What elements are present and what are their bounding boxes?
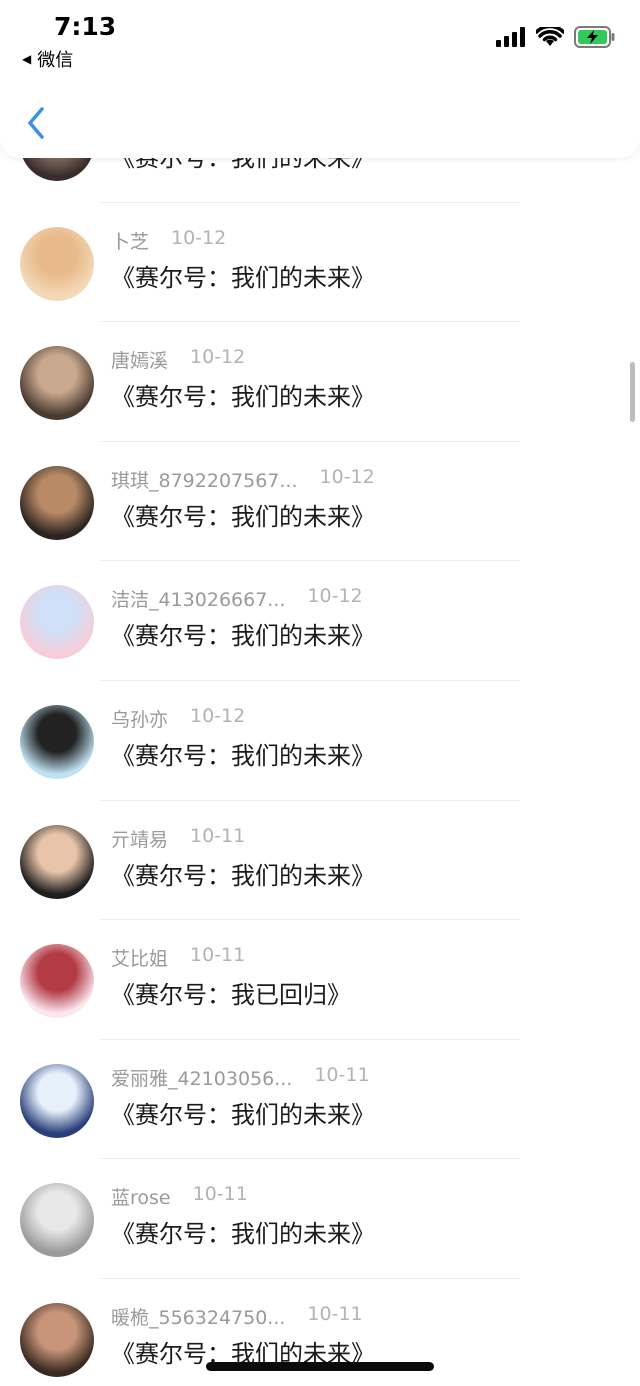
comment-text: 《赛尔号：我们的未来》 <box>111 383 375 412</box>
comment-item[interactable]: 卜芝 10-12 《赛尔号：我们的未来》 <box>0 203 640 323</box>
comment-item[interactable]: 艾比姐 10-11 《赛尔号：我已回归》 <box>0 920 640 1040</box>
back-triangle-icon: ◀ <box>22 52 32 66</box>
comment-text: 《赛尔号：我们的未来》 <box>111 502 375 531</box>
commenter-name[interactable]: 洁洁_413026667... <box>111 585 285 612</box>
comment-meta: 琪琪_8792207567... 10-12 <box>111 466 375 493</box>
status-icons <box>496 26 616 48</box>
avatar[interactable] <box>20 1063 94 1138</box>
comment-meta: 暖桅_556324750... 10-11 <box>111 1303 363 1330</box>
comment-meta: 唐嫣溪 10-12 <box>111 346 245 373</box>
commenter-name[interactable]: 卜芝 <box>111 227 149 254</box>
status-time: 7:13 <box>54 12 117 41</box>
comment-text: 《赛尔号：我们的未来》 <box>111 1100 375 1129</box>
commenter-name[interactable]: 爱丽雅_42103056... <box>111 1064 292 1091</box>
avatar[interactable] <box>20 704 94 779</box>
comment-item[interactable]: 唐嫣溪 10-12 《赛尔号：我们的未来》 <box>0 322 640 442</box>
commenter-name[interactable]: 唐嫣溪 <box>111 346 168 373</box>
comment-meta: 乌孙亦 10-12 <box>111 705 245 732</box>
comment-list-viewport[interactable]: 《赛尔号：我们的未来》 卜芝 10-12 《赛尔号：我们的未来》 唐嫣溪 10-12 《赛尔… <box>0 140 640 1386</box>
comment-text: 《赛尔号：我们的未来》 <box>111 741 375 770</box>
wifi-icon <box>536 27 564 46</box>
battery-charging-icon <box>574 26 615 48</box>
comment-text: 《赛尔号：我们的未来》 <box>111 622 375 651</box>
comment-item[interactable]: 乌孙亦 10-12 《赛尔号：我们的未来》 <box>0 681 640 801</box>
chevron-left-icon <box>28 107 44 139</box>
comment-item[interactable]: 蓝rose 10-11 《赛尔号：我们的未来》 <box>0 1159 640 1279</box>
comment-text: 《赛尔号：我们的未来》 <box>111 1220 375 1249</box>
comment-item[interactable]: 洁洁_413026667... 10-12 《赛尔号：我们的未来》 <box>0 561 640 681</box>
avatar[interactable] <box>20 226 94 301</box>
commenter-name[interactable]: 蓝rose <box>111 1183 171 1210</box>
avatar[interactable] <box>20 465 94 540</box>
comment-text: 《赛尔号：我们的未来》 <box>111 861 375 890</box>
comment-meta: 爱丽雅_42103056... 10-11 <box>111 1064 370 1091</box>
comment-meta: 洁洁_413026667... 10-12 <box>111 585 363 612</box>
comment-text: 《赛尔号：我们的未来》 <box>111 263 375 292</box>
commenter-name[interactable]: 艾比姐 <box>111 944 168 971</box>
top-header: 7:13 ◀ 微信 <box>0 0 640 158</box>
comment-date: 10-12 <box>319 465 375 488</box>
avatar[interactable] <box>20 944 94 1019</box>
back-to-wechat[interactable]: ◀ 微信 <box>22 46 73 72</box>
comment-text: 《赛尔号：我已回归》 <box>111 981 351 1010</box>
home-indicator[interactable] <box>206 1362 434 1371</box>
comment-meta: 蓝rose 10-11 <box>111 1183 248 1210</box>
avatar[interactable] <box>20 824 94 899</box>
commenter-name[interactable]: 暖桅_556324750... <box>111 1303 285 1330</box>
avatar[interactable] <box>20 1302 94 1377</box>
comment-date: 10-11 <box>314 1063 370 1086</box>
commenter-name[interactable]: 琪琪_8792207567... <box>111 466 298 493</box>
comment-item[interactable]: 爱丽雅_42103056... 10-11 《赛尔号：我们的未来》 <box>0 1040 640 1160</box>
comment-date: 10-12 <box>190 704 246 727</box>
commenter-name[interactable]: 亓靖易 <box>111 825 168 852</box>
avatar[interactable] <box>20 346 94 421</box>
comment-date: 10-12 <box>307 585 363 608</box>
comment-date: 10-11 <box>190 824 246 847</box>
scrollbar[interactable] <box>630 362 635 422</box>
avatar[interactable] <box>20 1183 94 1258</box>
comment-date: 10-11 <box>307 1302 363 1325</box>
comment-meta: 亓靖易 10-11 <box>111 825 245 852</box>
back-app-label: 微信 <box>37 50 74 71</box>
comment-list: 《赛尔号：我们的未来》 卜芝 10-12 《赛尔号：我们的未来》 唐嫣溪 10-12 《赛尔… <box>0 140 640 1386</box>
commenter-name[interactable]: 乌孙亦 <box>111 705 168 732</box>
comment-date: 10-11 <box>192 1183 248 1206</box>
comment-date: 10-11 <box>190 944 246 967</box>
avatar[interactable] <box>20 585 94 660</box>
comment-item[interactable]: 琪琪_8792207567... 10-12 《赛尔号：我们的未来》 <box>0 442 640 562</box>
comment-date: 10-12 <box>171 226 227 249</box>
signal-icon <box>496 27 525 47</box>
comment-meta: 卜芝 10-12 <box>111 227 226 254</box>
comment-item[interactable]: 亓靖易 10-11 《赛尔号：我们的未来》 <box>0 801 640 921</box>
comment-date: 10-12 <box>190 346 246 369</box>
comment-meta: 艾比姐 10-11 <box>111 944 245 971</box>
nav-back-button[interactable] <box>22 102 50 144</box>
